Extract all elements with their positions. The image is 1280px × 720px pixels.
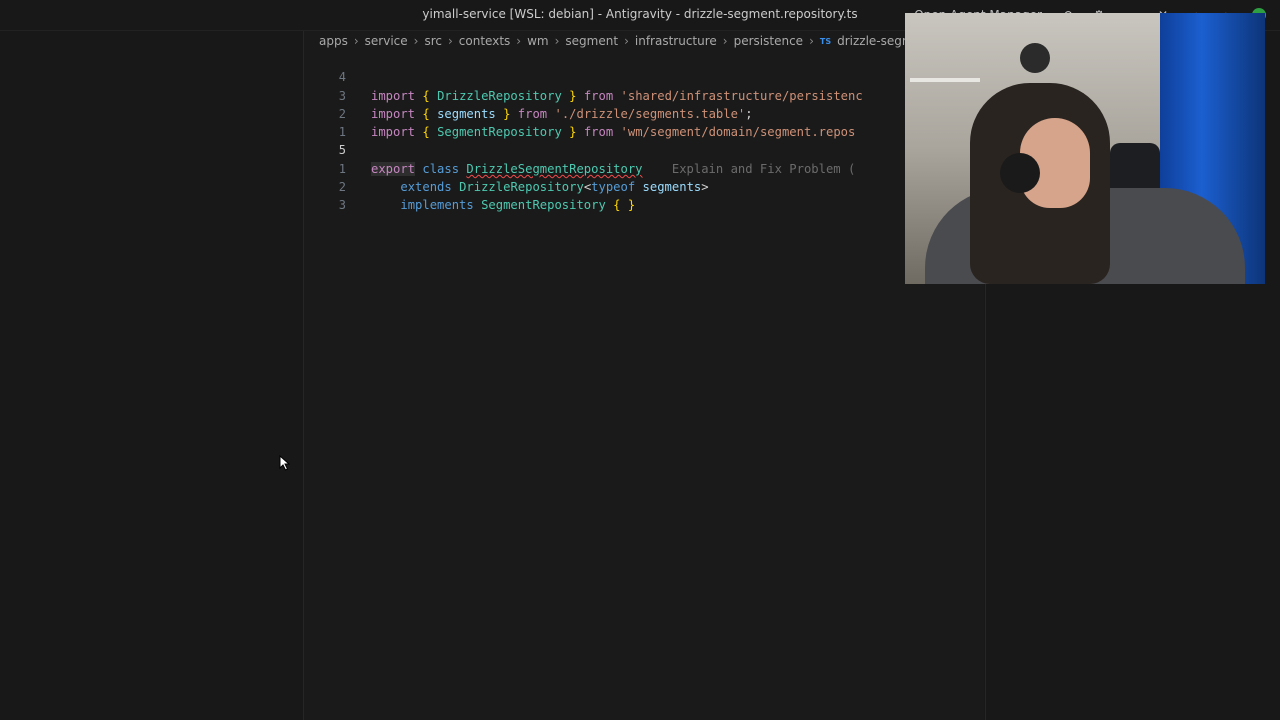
breadcrumb-item[interactable]: infrastructure [635, 34, 717, 48]
breadcrumb-item[interactable]: segment [565, 34, 618, 48]
breadcrumb-item[interactable]: service [365, 34, 408, 48]
breadcrumb-item[interactable]: wm [527, 34, 549, 48]
chevron-right-icon: › [353, 34, 359, 48]
breadcrumb: apps › service › src › contexts › wm › s… [319, 32, 974, 50]
code-line[interactable]: 4 import { DrizzleRepository } from 'sha… [304, 50, 984, 102]
token: { } [613, 198, 636, 213]
code-line[interactable]: 3 import { segments } from './drizzle/se… [304, 68, 984, 121]
typescript-file-icon: TS [819, 36, 832, 46]
code-line[interactable]: 2 import { SegmentRepository } from 'wm/… [304, 87, 984, 139]
code-line[interactable]: 3 [304, 178, 984, 212]
code-area[interactable]: 4 import { DrizzleRepository } from 'sha… [304, 50, 984, 212]
chevron-right-icon: › [554, 34, 560, 48]
code-line[interactable]: 1 extends DrizzleRepository<typeof segme… [304, 141, 984, 194]
code-editor[interactable]: apps › service › src › contexts › wm › s… [304, 31, 984, 720]
line-number: 3 [338, 198, 346, 213]
code-line[interactable]: 2 implements SegmentRepository { } [304, 160, 984, 212]
code-line[interactable]: 1 [304, 105, 984, 139]
chevron-right-icon: › [413, 34, 419, 48]
code-line-current[interactable]: 5 export class DrizzleSegmentRepository … [304, 123, 984, 176]
microphone-icon [1000, 153, 1040, 193]
chevron-right-icon: › [624, 34, 629, 48]
chevron-right-icon: › [516, 34, 522, 48]
token: implements [400, 198, 474, 213]
breadcrumb-item[interactable]: persistence [734, 34, 803, 48]
breadcrumb-item[interactable]: apps [319, 34, 348, 48]
chevron-right-icon: › [722, 34, 728, 48]
token: SegmentRepository [481, 198, 606, 213]
app-window: yimall-service [WSL: debian] - Antigravi… [0, 0, 1280, 720]
breadcrumb-item[interactable]: contexts [459, 34, 510, 48]
sidebar [0, 31, 304, 720]
breadcrumb-item[interactable]: src [424, 34, 442, 48]
chevron-right-icon: › [447, 34, 453, 48]
webcam-overlay [905, 13, 1265, 284]
chevron-right-icon: › [809, 34, 814, 48]
